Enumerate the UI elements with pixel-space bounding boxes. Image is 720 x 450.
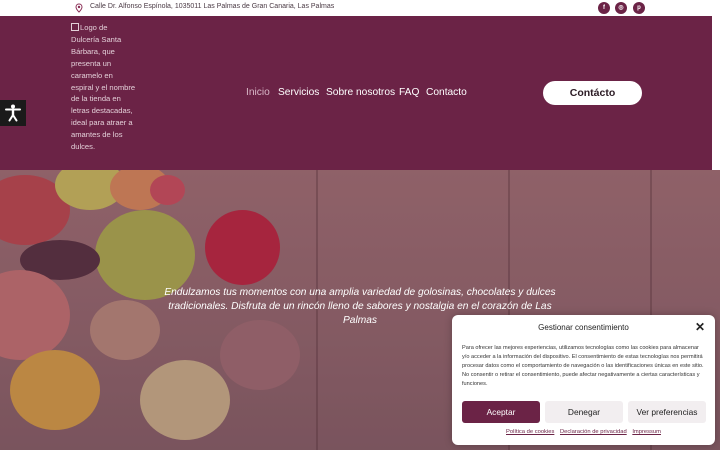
map-pin-icon	[75, 3, 83, 13]
top-info-bar: Calle Dr. Alfonso Espínola, 1035011 Las …	[0, 0, 720, 16]
accept-cookies-button[interactable]: Aceptar	[462, 401, 540, 423]
nav-item-inicio[interactable]: Inicio	[246, 87, 270, 98]
close-icon[interactable]: ✕	[694, 321, 706, 333]
pinterest-icon[interactable]: p	[633, 2, 645, 14]
cookie-banner-title: Gestionar consentimiento	[538, 323, 629, 332]
cookie-banner-links: Política de cookies Declaración de priva…	[452, 429, 715, 435]
deny-cookies-button[interactable]: Denegar	[545, 401, 623, 423]
impressum-link[interactable]: Impressum	[632, 429, 661, 435]
instagram-icon[interactable]: ◎	[615, 2, 627, 14]
cookie-banner-description: Para ofrecer las mejores experiencias, u…	[462, 345, 704, 387]
privacy-statement-link[interactable]: Declaración de privacidad	[560, 429, 627, 435]
contact-button[interactable]: Contácto	[543, 81, 642, 105]
nav-item-faq[interactable]: FAQ	[399, 87, 419, 98]
accessibility-icon	[5, 104, 21, 122]
cookie-consent-banner: Gestionar consentimiento ✕ Para ofrecer …	[452, 315, 715, 445]
nav-item-servicios[interactable]: Servicios	[278, 87, 319, 98]
facebook-icon[interactable]: f	[598, 2, 610, 14]
nav-item-contacto[interactable]: Contacto	[426, 87, 467, 98]
nav-item-sobre-nosotros[interactable]: Sobre nosotros	[326, 87, 395, 98]
cookie-policy-link[interactable]: Política de cookies	[506, 429, 554, 435]
address-text: Calle Dr. Alfonso Espínola, 1035011 Las …	[90, 3, 335, 10]
scrollbar-track[interactable]	[712, 16, 720, 160]
accessibility-button[interactable]	[0, 100, 26, 126]
broken-image-icon	[71, 23, 79, 31]
view-preferences-button[interactable]: Ver preferencias	[628, 401, 706, 423]
logo-image-alt-text[interactable]: Logo de Dulcería Santa Bárbara, que pres…	[71, 22, 137, 153]
